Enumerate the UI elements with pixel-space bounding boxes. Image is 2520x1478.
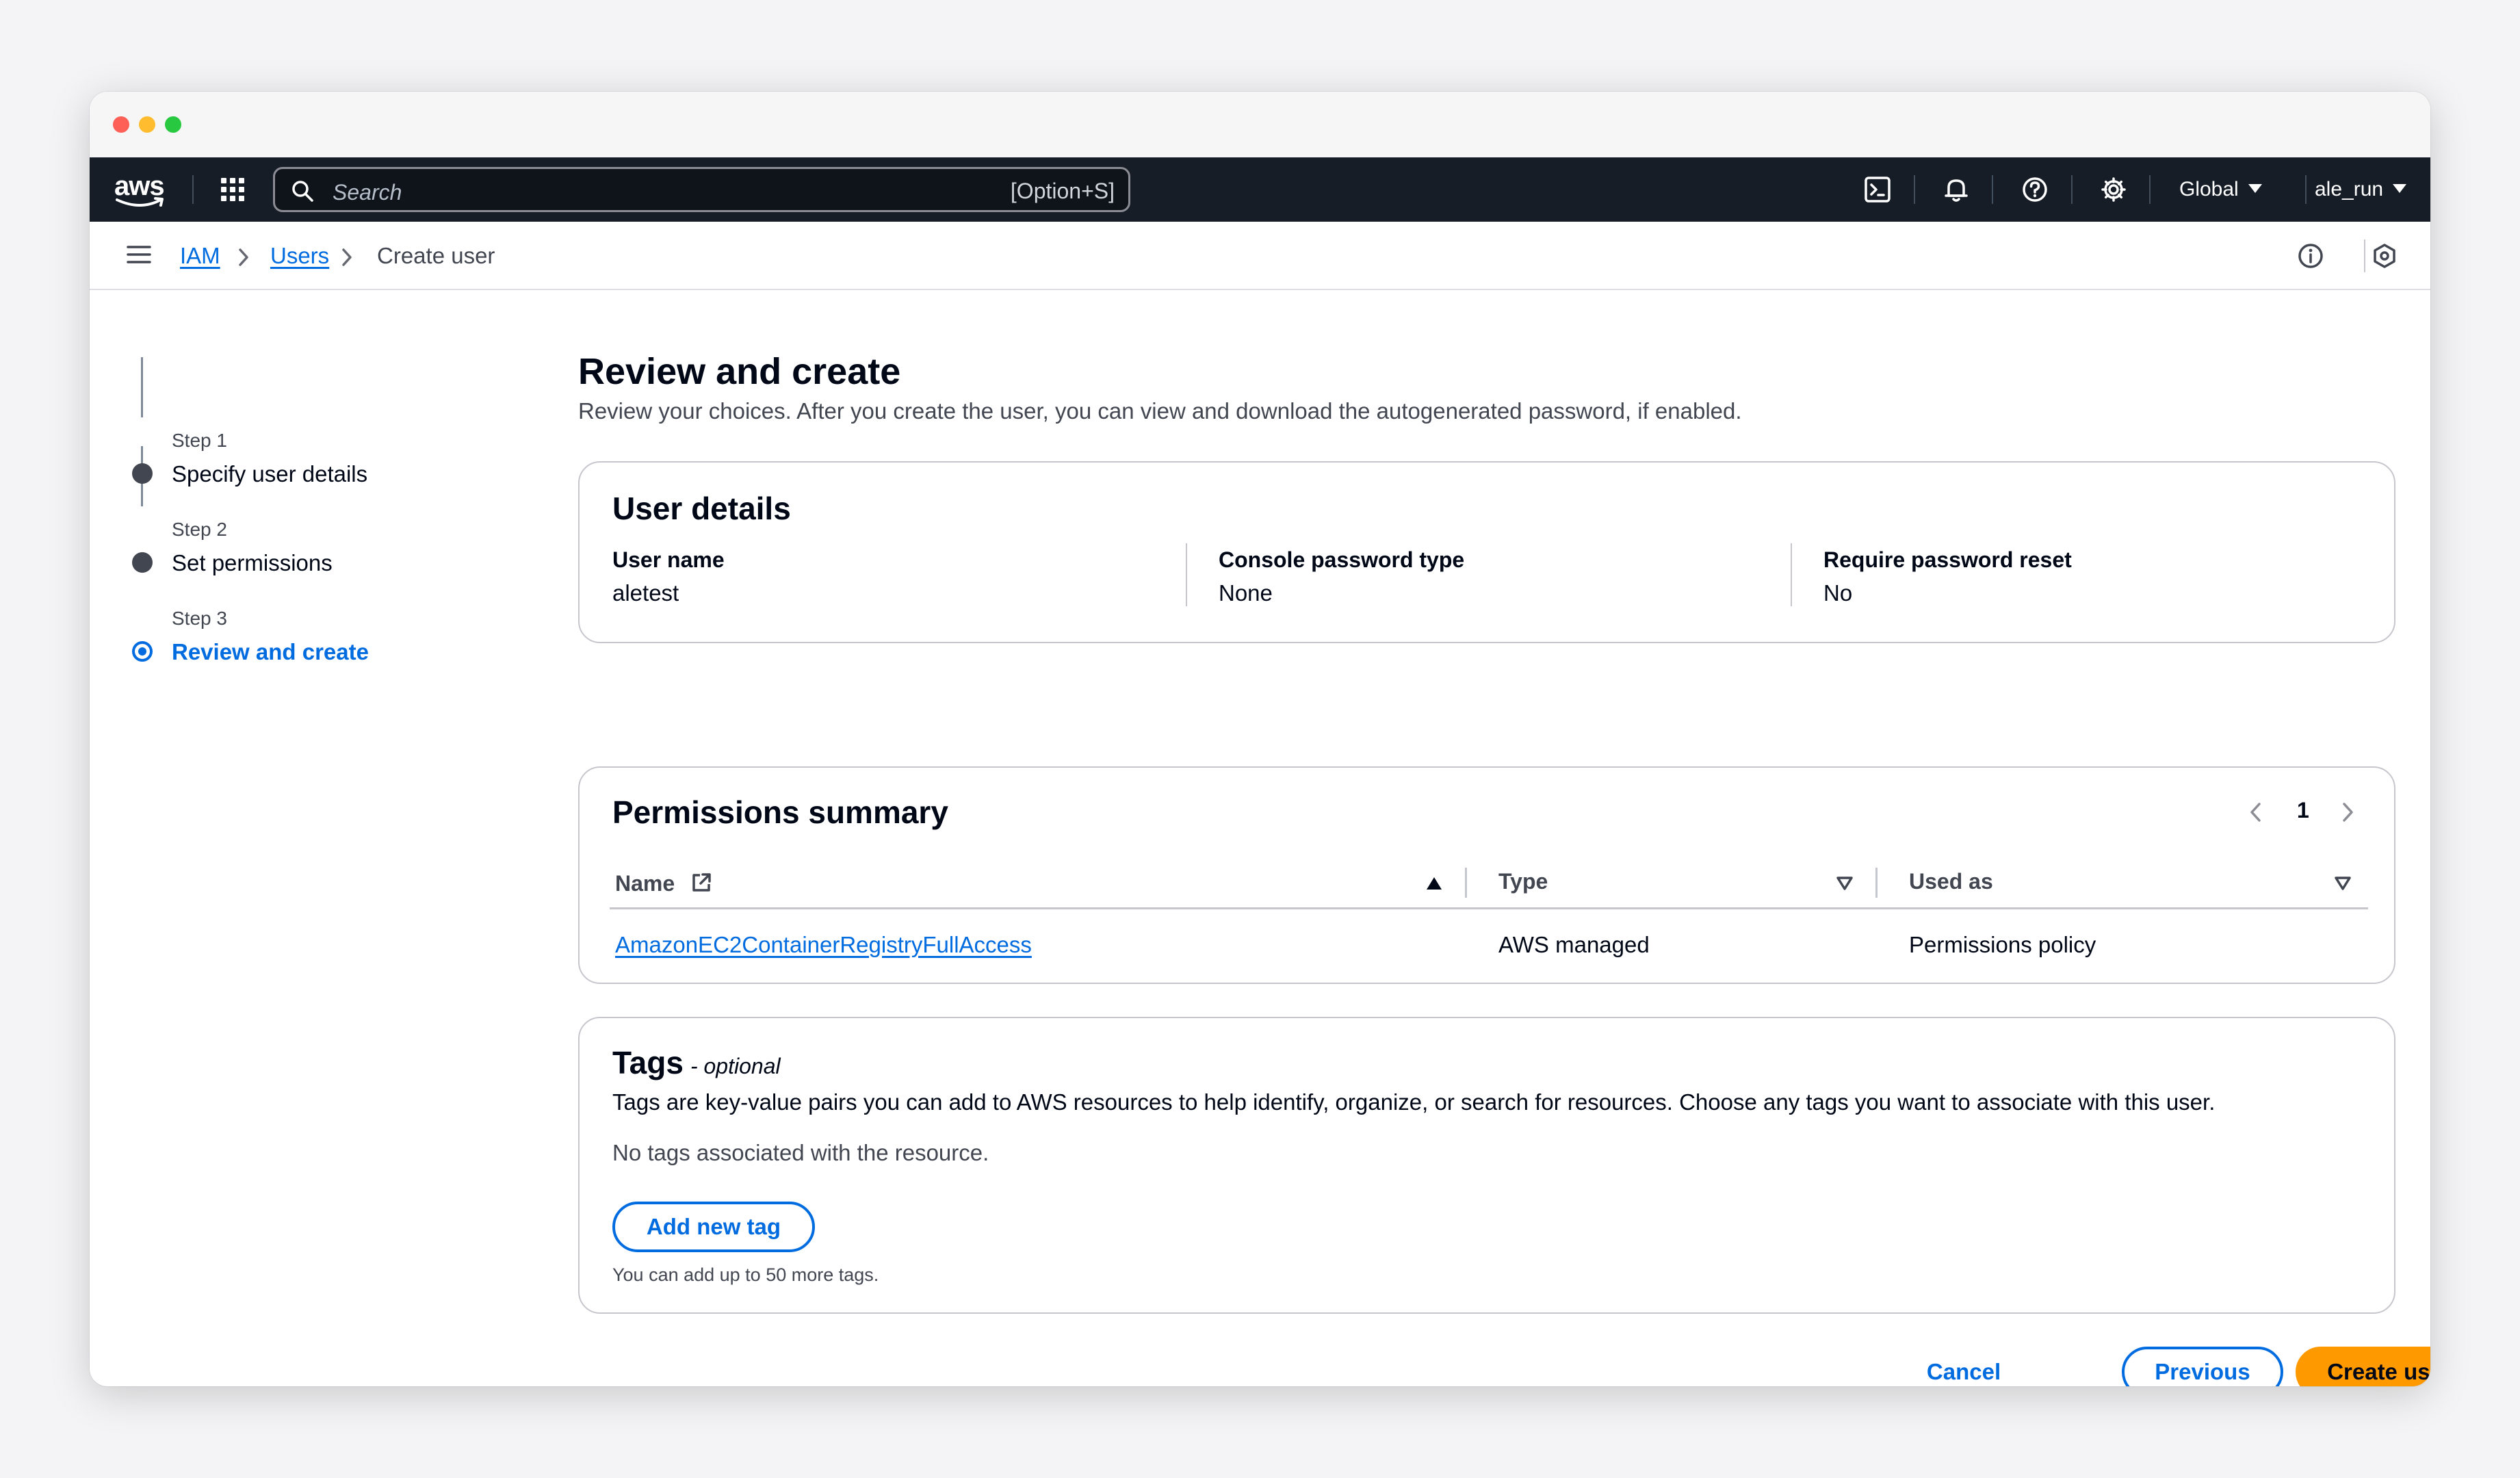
step-3-current: Review and create (172, 639, 369, 664)
external-link-icon (692, 873, 711, 892)
cloudshell-icon[interactable] (1860, 172, 1895, 207)
chevron-right-icon (342, 248, 352, 266)
previous-button[interactable]: Previous (2122, 1347, 2283, 1386)
table-header-divider (610, 907, 2368, 909)
column-header-type[interactable]: Type (1498, 869, 1548, 894)
account-menu[interactable]: ale_run (2315, 175, 2407, 204)
column-header-used-as[interactable]: Used as (1909, 869, 1993, 894)
sort-toggle-icon[interactable] (2334, 876, 2352, 891)
tags-card: Tags - optional Tags are key-value pairs … (578, 1017, 2395, 1314)
sort-ascending-icon[interactable] (1425, 876, 1443, 891)
chevron-left-icon[interactable] (2248, 801, 2264, 824)
step-1-number: Step 1 (172, 430, 227, 451)
maximize-window-button[interactable] (165, 116, 181, 133)
caret-down-icon (2393, 183, 2407, 193)
region-label: Global (2179, 178, 2239, 200)
aws-smile-icon (116, 197, 164, 207)
search-input[interactable]: Search [Option+S] (273, 167, 1130, 212)
aws-logo[interactable]: aws (114, 171, 169, 209)
user-name-value: aletest (612, 580, 679, 606)
utility-separator (2364, 239, 2365, 272)
breadcrumb-bar: IAM Users Create user (90, 222, 2430, 290)
require-password-reset-value: No (1823, 580, 1853, 606)
step-3-indicator (132, 641, 153, 662)
tags-optional-label: - optional (690, 1054, 781, 1078)
policy-type-cell: AWS managed (1498, 932, 1650, 957)
step-1-indicator (132, 463, 153, 484)
nav-separator (192, 175, 194, 204)
nav-separator (2071, 175, 2073, 204)
require-password-reset-label: Require password reset (1823, 547, 2072, 572)
breadcrumb-users[interactable]: Users (270, 241, 329, 271)
add-new-tag-button[interactable]: Add new tag (612, 1202, 815, 1252)
column-separator (1875, 868, 1878, 898)
user-details-card: User details User name aletest Console p… (578, 461, 2395, 643)
search-placeholder: Search (333, 180, 402, 205)
browser-window: aws Search [Option+S] Global ale_run IAM… (90, 92, 2430, 1386)
info-icon[interactable] (2296, 241, 2326, 271)
step-connector (141, 357, 143, 417)
console-password-type-value: None (1219, 580, 1273, 606)
page-description: Review your choices. After you create th… (578, 398, 1742, 424)
column-header-name-label: Name (615, 871, 675, 896)
services-grid-icon[interactable] (217, 174, 248, 205)
step-2-indicator (132, 552, 153, 573)
breadcrumb-create-user: Create user (377, 243, 495, 268)
policy-name-link[interactable]: AmazonEC2ContainerRegistryFullAccess (615, 932, 1032, 958)
nav-separator (2305, 175, 2307, 204)
pagination-current-page[interactable]: 1 (2297, 798, 2309, 823)
wizard-steps: Step 1 Specify user details Step 2 Set p… (90, 290, 569, 701)
cancel-button[interactable]: Cancel (1899, 1347, 2029, 1386)
user-details-title: User details (612, 491, 791, 526)
breadcrumb-iam[interactable]: IAM (180, 241, 220, 271)
column-header-name[interactable]: Name (615, 869, 712, 896)
page-title: Review and create (578, 351, 901, 392)
close-window-button[interactable] (113, 116, 129, 133)
search-shortcut: [Option+S] (1010, 179, 1115, 203)
tags-empty-message: No tags associated with the resource. (612, 1140, 989, 1165)
user-name-label: User name (612, 547, 725, 572)
minimize-window-button[interactable] (139, 116, 155, 133)
tags-limit-hint: You can add up to 50 more tags. (612, 1265, 879, 1285)
help-icon[interactable] (2018, 172, 2052, 207)
menu-hamburger-icon[interactable] (127, 244, 151, 265)
settings-gear-icon[interactable] (2096, 172, 2131, 207)
feedback-hexagon-icon[interactable] (2369, 241, 2400, 271)
caret-down-icon (2248, 183, 2262, 193)
region-selector[interactable]: Global (2179, 175, 2262, 204)
nav-separator (2149, 175, 2151, 204)
chevron-right-icon[interactable] (2339, 801, 2356, 824)
notifications-bell-icon[interactable] (1939, 172, 1973, 207)
chevron-right-icon (239, 248, 248, 266)
create-user-button[interactable]: Create user (2296, 1347, 2430, 1386)
top-navigation: aws Search [Option+S] Global ale_run (90, 157, 2430, 222)
column-separator (1465, 868, 1467, 898)
nav-separator (1914, 175, 1915, 204)
console-password-type-label: Console password type (1219, 547, 1465, 572)
step-2-link[interactable]: Set permissions (172, 550, 333, 576)
sort-toggle-icon[interactable] (1836, 876, 1854, 891)
column-separator (1791, 543, 1792, 606)
nav-separator (1992, 175, 1993, 204)
step-2-number: Step 2 (172, 519, 227, 540)
column-separator (1186, 543, 1187, 606)
policy-used-as-cell: Permissions policy (1909, 932, 2096, 957)
permissions-summary-title: Permissions summary (612, 794, 948, 830)
step-1-link[interactable]: Specify user details (172, 461, 367, 487)
permissions-summary-card: Permissions summary 1 Name Type Used as … (578, 766, 2395, 984)
account-label: ale_run (2315, 178, 2384, 200)
window-titlebar (90, 92, 2430, 157)
search-icon (292, 181, 313, 202)
tags-title-text: Tags (612, 1045, 684, 1080)
tags-title: Tags - optional (612, 1044, 781, 1081)
tags-description: Tags are key-value pairs you can add to … (612, 1089, 2216, 1115)
step-3-number: Step 3 (172, 608, 227, 629)
